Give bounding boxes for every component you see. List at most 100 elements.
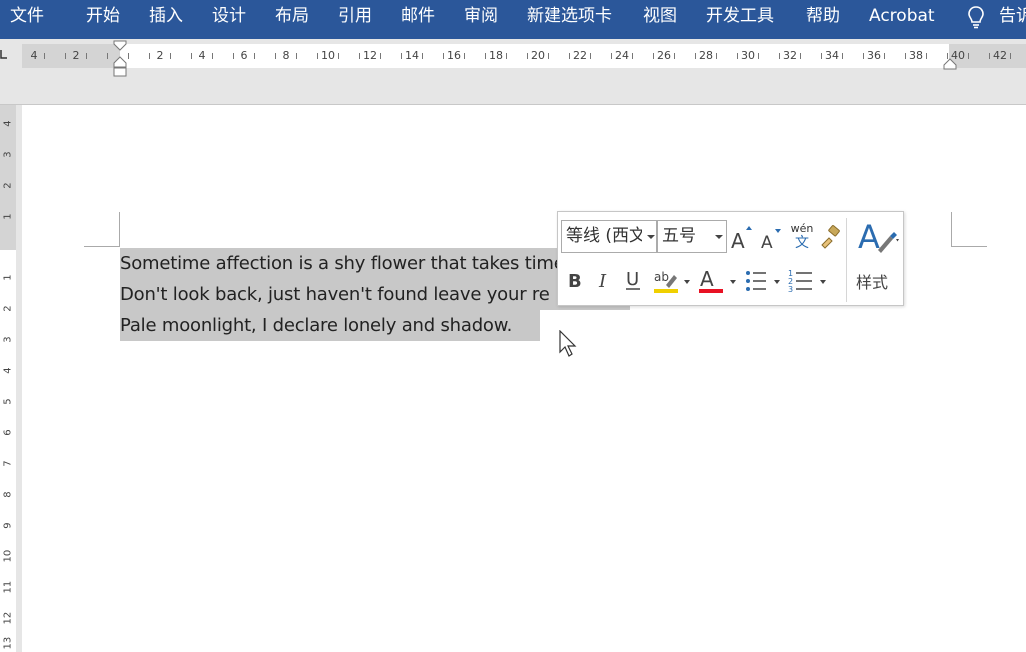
svg-text:U: U [626, 269, 639, 290]
ruler-label: 4 [30, 49, 38, 62]
ruler-tick [401, 53, 402, 59]
bullets-icon[interactable] [744, 267, 784, 295]
right-indent-icon[interactable] [942, 56, 958, 72]
svg-text:B: B [568, 271, 582, 291]
document-page[interactable] [22, 105, 1026, 652]
tab-developer[interactable]: 开发工具 [706, 0, 774, 32]
ruler-tick [926, 53, 927, 59]
corner-mark [119, 212, 120, 247]
font-color-icon[interactable]: A [698, 267, 738, 295]
ruler-label: 4 [2, 120, 14, 127]
ruler-tick [905, 53, 906, 59]
document-line[interactable]: Sometime affection is a shy flower that … [120, 248, 630, 279]
ruler-tick [842, 53, 843, 59]
tab-home[interactable]: 开始 [86, 0, 120, 32]
ruler-tick [107, 53, 108, 59]
ruler-tick [548, 53, 549, 59]
tab-help[interactable]: 帮助 [806, 0, 840, 32]
ruler-tick [296, 53, 297, 59]
ruler-tick [422, 53, 423, 59]
highlight-color-icon[interactable]: ab [652, 267, 692, 295]
ruler-tick [443, 53, 444, 59]
document-line[interactable]: Don't look back, just haven't found leav… [120, 279, 630, 310]
ruler-label: 12 [2, 611, 14, 625]
ruler-tick [170, 53, 171, 59]
ruler-tick [695, 53, 696, 59]
tab-layout[interactable]: 布局 [275, 0, 309, 32]
ruler-label: 32 [783, 49, 797, 62]
ruler-label: 11 [2, 580, 14, 594]
ruler-label: 26 [657, 49, 671, 62]
ruler-tick [86, 53, 87, 59]
lightbulb-icon[interactable] [966, 5, 986, 29]
ruler-tick [716, 53, 717, 59]
ruler-tick [863, 53, 864, 59]
svg-text:A: A [858, 218, 880, 256]
ruler-label: 42 [993, 49, 1007, 62]
ruler-tick [674, 53, 675, 59]
font-name-value: 等线 (西文 [566, 226, 642, 246]
ruler-tick [275, 53, 276, 59]
corner-mark [951, 246, 987, 247]
tab-review[interactable]: 审阅 [464, 0, 498, 32]
grow-font-icon[interactable]: A [730, 224, 754, 250]
tab-view[interactable]: 视图 [643, 0, 677, 32]
styles-icon[interactable]: A [858, 218, 902, 256]
ruler-tick [464, 53, 465, 59]
ruler-label: 3 [2, 151, 14, 158]
styles-label[interactable]: 样式 [856, 269, 888, 293]
tell-me-search[interactable]: 告诉 [999, 0, 1026, 32]
indent-markers-icon[interactable] [112, 40, 128, 78]
italic-icon[interactable]: I [597, 269, 613, 291]
ruler-tick [191, 53, 192, 59]
tab-insert[interactable]: 插入 [149, 0, 183, 32]
ruler-label: 10 [321, 49, 335, 62]
ruler-label: 3 [2, 336, 14, 343]
numbering-icon[interactable]: 1 2 3 [788, 267, 830, 295]
tab-design[interactable]: 设计 [212, 0, 246, 32]
ruler-label: 8 [282, 49, 290, 62]
tab-acrobat[interactable]: Acrobat [869, 0, 935, 32]
chevron-down-icon [715, 235, 723, 239]
ruler-tick [1010, 53, 1011, 59]
svg-text:A: A [761, 233, 773, 250]
font-name-dropdown[interactable]: 等线 (西文 [561, 220, 657, 253]
ruler-label: 1 [2, 274, 14, 281]
ruler-tick [44, 53, 45, 59]
ruler-label: 2 [2, 305, 14, 312]
corner-mark [84, 246, 120, 247]
ruler-label: 20 [531, 49, 545, 62]
svg-text:3: 3 [788, 285, 793, 294]
ruler-tick [884, 53, 885, 59]
ruler-tick [821, 53, 822, 59]
tab-new-tab[interactable]: 新建选项卡 [527, 0, 612, 32]
phonetic-guide-button[interactable]: wén 文 [789, 223, 815, 252]
ruler-tick [149, 53, 150, 59]
ruler-tick [506, 53, 507, 59]
shrink-font-icon[interactable]: A [760, 226, 784, 250]
format-painter-icon[interactable] [819, 224, 843, 250]
ruler-tick [800, 53, 801, 59]
tab-file[interactable]: 文件 [10, 0, 44, 32]
phonetic-bottom: 文 [795, 235, 809, 251]
ruler-tick [527, 53, 528, 59]
ruler-label: 10 [2, 549, 14, 563]
ruler-label: 18 [489, 49, 503, 62]
corner-mark [951, 212, 952, 247]
ruler-label: 2 [72, 49, 80, 62]
ruler-tick [233, 53, 234, 59]
ruler-label: 1 [2, 213, 14, 220]
ruler-label: 38 [909, 49, 923, 62]
document-line[interactable]: Pale moonlight, I declare lonely and sha… [120, 310, 540, 341]
font-size-dropdown[interactable]: 五号 [657, 220, 727, 253]
ruler-tick [65, 53, 66, 59]
svg-text:ab: ab [654, 270, 669, 284]
bold-icon[interactable]: B [567, 269, 585, 291]
ruler-label: 6 [240, 49, 248, 62]
ruler-label: 5 [2, 398, 14, 405]
ruler-tick [128, 53, 129, 59]
tab-mailings[interactable]: 邮件 [401, 0, 435, 32]
ruler-tick [254, 53, 255, 59]
underline-icon[interactable]: U [625, 268, 643, 292]
tab-references[interactable]: 引用 [338, 0, 372, 32]
